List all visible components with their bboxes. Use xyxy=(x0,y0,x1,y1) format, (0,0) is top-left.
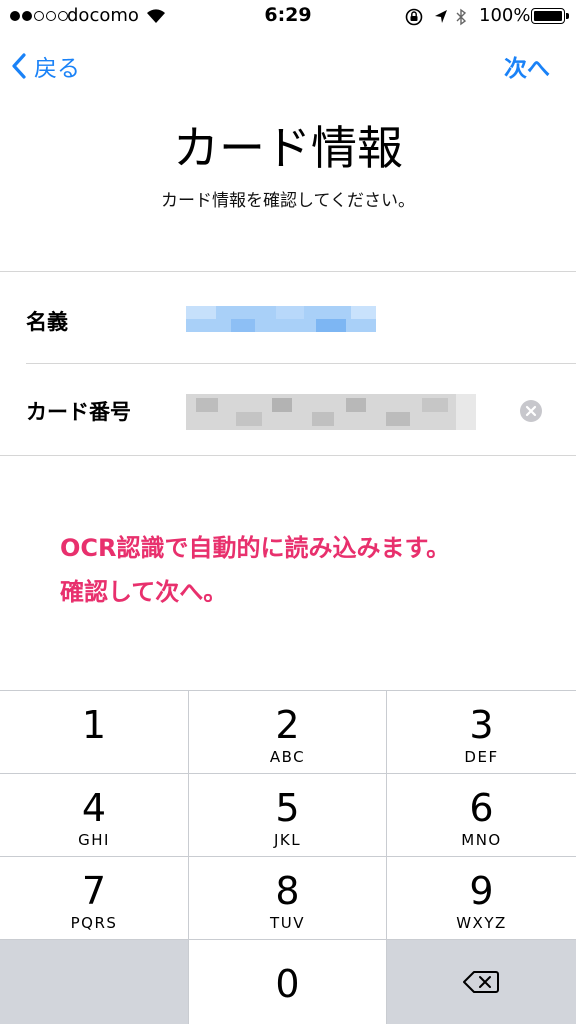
key-letters: TUV xyxy=(270,914,305,932)
key-0[interactable]: 0 xyxy=(189,940,386,1024)
key-5[interactable]: 5 JKL xyxy=(189,774,386,856)
key-number: 8 xyxy=(275,869,300,913)
key-number: 3 xyxy=(469,703,494,747)
chevron-left-icon xyxy=(12,53,26,79)
clear-text-button[interactable] xyxy=(520,400,542,422)
delete-button[interactable] xyxy=(387,940,576,1024)
back-label: 戻る xyxy=(34,56,80,82)
orientation-lock-icon xyxy=(405,8,423,26)
key-9[interactable]: 9 WXYZ xyxy=(387,857,576,939)
blurred-card-number-value xyxy=(186,394,476,430)
key-number: 7 xyxy=(81,869,107,913)
backspace-icon xyxy=(463,971,499,993)
status-bar: docomo 6:29 100% xyxy=(0,0,576,34)
key-number: 6 xyxy=(469,786,494,830)
divider xyxy=(0,271,576,272)
key-number: 5 xyxy=(275,786,300,830)
page-title: カード情報 xyxy=(173,121,403,175)
key-2[interactable]: 2 ABC xyxy=(189,691,386,773)
key-3[interactable]: 3 DEF xyxy=(387,691,576,773)
key-number: 2 xyxy=(275,703,300,747)
key-1[interactable]: 1 xyxy=(0,691,188,773)
status-icons xyxy=(405,8,467,26)
key-8[interactable]: 8 TUV xyxy=(189,857,386,939)
annotation-line-1: OCR認識で自動的に読み込みます。 xyxy=(60,534,451,562)
key-letters: WXYZ xyxy=(456,914,507,932)
key-letters: PQRS xyxy=(70,914,118,932)
divider xyxy=(0,455,576,456)
key-4[interactable]: 4 GHI xyxy=(0,774,188,856)
blurred-name-value xyxy=(186,306,376,332)
annotation-line-2: 確認して次へ。 xyxy=(60,578,228,606)
card-number-label: カード番号 xyxy=(26,400,131,424)
key-letters: MNO xyxy=(461,831,502,849)
card-number-field[interactable] xyxy=(186,394,476,430)
key-6[interactable]: 6 MNO xyxy=(387,774,576,856)
bluetooth-icon xyxy=(456,8,467,26)
blank-key xyxy=(0,940,188,1024)
back-button[interactable]: 戻る xyxy=(12,48,80,84)
name-label: 名義 xyxy=(26,310,68,334)
key-number: 9 xyxy=(469,869,494,913)
battery-icon xyxy=(531,8,569,24)
page-subtitle: カード情報を確認してください。 xyxy=(161,191,415,211)
close-icon xyxy=(525,405,537,417)
battery-percent: 100% xyxy=(479,5,531,26)
key-letters: JKL xyxy=(273,831,302,849)
key-letters: ABC xyxy=(269,748,306,766)
key-letters: GHI xyxy=(78,831,110,849)
key-number: 1 xyxy=(81,703,107,747)
numeric-keypad: 1 2 ABC 3 DEF 4 GHI 5 JKL 6 MNO 7 PQRS 8… xyxy=(0,690,576,1024)
divider xyxy=(26,363,576,364)
key-letters: DEF xyxy=(464,748,499,766)
key-7[interactable]: 7 PQRS xyxy=(0,857,188,939)
key-number: 0 xyxy=(275,962,300,1006)
key-number: 4 xyxy=(81,786,107,830)
name-field[interactable] xyxy=(186,306,376,332)
location-arrow-icon xyxy=(435,10,447,23)
next-button[interactable]: 次へ xyxy=(504,48,550,84)
